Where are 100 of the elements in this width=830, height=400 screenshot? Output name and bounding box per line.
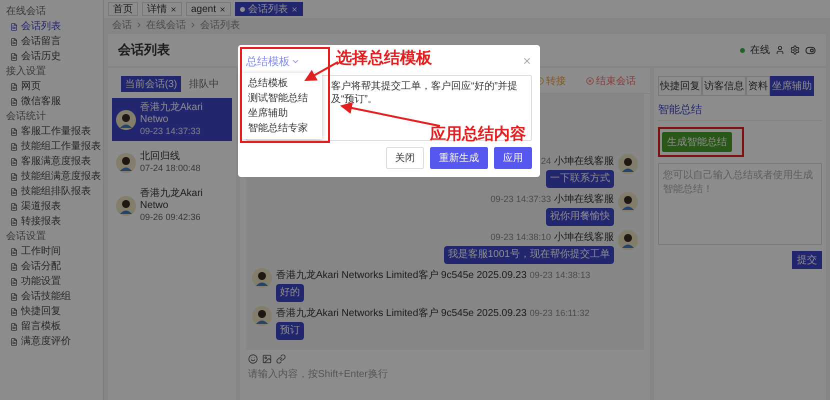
session-name: 北回归线 (140, 151, 181, 163)
user-icon[interactable] (775, 45, 785, 55)
chat-action[interactable]: 结束会话 (580, 72, 642, 88)
submit-button[interactable]: 提交 (792, 251, 822, 269)
document-icon (10, 248, 18, 256)
page-title: 会话列表 (118, 41, 170, 59)
sidebar-item[interactable]: 技能组满意度报表 (6, 169, 103, 184)
message-bubble: 预订 (276, 322, 304, 340)
message-sender: 香港九龙Akari Networks Limited客户 9c545e 2025.09.23 (276, 306, 527, 320)
avatar-icon (116, 196, 136, 216)
session-time: 09-26 09:42:36 (140, 212, 202, 223)
message-sender: 小坤在线客服 (554, 230, 614, 244)
template-select[interactable]: 总结模板 (246, 54, 300, 68)
message-time: 09-23 14:38:10 (490, 232, 551, 242)
sidebar-item[interactable]: 客服工作量报表 (6, 124, 103, 139)
document-icon (10, 142, 18, 150)
sidebar-item[interactable]: 功能设置 (6, 274, 103, 289)
toggle-icon[interactable] (805, 44, 816, 56)
sidebar-item[interactable]: 技能组排队报表 (6, 184, 103, 199)
session-time: 07-24 18:00:48 (140, 163, 201, 174)
document-icon (10, 38, 18, 46)
sidebar-item[interactable]: 会话分配 (6, 259, 103, 274)
document-icon (10, 292, 18, 300)
message-sender: 小坤在线客服 (554, 154, 614, 168)
chevron-icon (135, 21, 143, 29)
close-icon[interactable] (170, 6, 177, 12)
breadcrumb-item[interactable]: 会话 (112, 18, 132, 32)
avatar-icon (618, 154, 638, 174)
document-icon (10, 98, 18, 106)
sidebar-item[interactable]: 网页 (6, 79, 103, 94)
avatar-icon (116, 152, 136, 172)
message-input[interactable]: 请输入内容，按Shift+Enter换行 (248, 367, 642, 396)
page-tab[interactable]: 首页 (108, 2, 138, 16)
sidebar-item[interactable]: 渠道报表 (6, 199, 103, 214)
panel-tab[interactable]: 坐席辅助 (770, 76, 814, 96)
dialog-button[interactable]: 重新生成 (430, 147, 488, 169)
sidebar-item[interactable]: 留言模板 (6, 319, 103, 334)
session-name: 香港九龙Akari Netwo (140, 102, 204, 126)
dialog-button[interactable]: 关闭 (386, 147, 424, 169)
chevron-icon (189, 21, 197, 29)
link-icon[interactable] (276, 354, 286, 364)
message-bubble: 好的 (276, 284, 304, 302)
session-tab[interactable]: 当前会话(3) (120, 76, 182, 92)
document-icon (10, 22, 18, 30)
emoji-icon[interactable] (248, 354, 258, 364)
sidebar-item[interactable]: 满意度评价 (6, 334, 103, 349)
section-title: 智能总结 (658, 102, 822, 121)
message-bubble: 祝你用餐愉快 (546, 208, 614, 226)
session-tab[interactable]: 排队中 (185, 76, 224, 92)
document-icon (10, 218, 18, 226)
page-tab[interactable]: agent (186, 2, 232, 16)
document-icon (10, 52, 18, 60)
image-icon[interactable] (262, 354, 272, 364)
sidebar-item[interactable]: 会话留言 (6, 34, 103, 49)
sidebar-item[interactable]: 快捷回复 (6, 304, 103, 319)
document-icon (10, 128, 18, 136)
sidebar-item[interactable]: 技能组工作量报表 (6, 139, 103, 154)
session-item[interactable]: 香港九龙Akari Netwo 09-23 14:37:33 (112, 98, 232, 141)
message-sender: 香港九龙Akari Networks Limited客户 9c545e 2025.09.23 (276, 268, 527, 282)
message-time: 24 (540, 156, 551, 166)
message-sender: 小坤在线客服 (554, 192, 614, 206)
avatar-icon (116, 110, 136, 130)
panel-tab[interactable]: 资料 (746, 76, 770, 96)
session-time: 09-23 14:37:33 (140, 126, 202, 137)
menu-group-title: 会话设置 (6, 230, 47, 244)
document-icon (10, 158, 18, 166)
document-icon (10, 202, 18, 210)
menu-group-title: 会话统计 (6, 110, 47, 124)
sidebar-item[interactable]: 客服满意度报表 (6, 154, 103, 169)
annotation-text: 选择总结模板 (336, 48, 432, 69)
avatar-icon (252, 306, 272, 326)
sidebar-item[interactable]: 微信客服 (6, 94, 103, 109)
sidebar-item[interactable]: 会话历史 (6, 49, 103, 64)
message-time: 09-23 14:38:13 (530, 270, 590, 280)
document-icon (10, 278, 18, 286)
avatar-icon (618, 230, 638, 250)
message-time: 09-23 14:37:33 (490, 194, 551, 204)
message-time: 09-23 16:11:32 (530, 308, 590, 318)
document-icon (10, 322, 18, 330)
close-button[interactable] (522, 56, 532, 66)
panel-tab[interactable]: 快捷回复 (658, 76, 702, 96)
menu-group-title: 在线会话 (6, 4, 47, 19)
page-tab[interactable]: 详情 (142, 2, 182, 16)
message-bubble: 一下联系方式 (546, 170, 614, 188)
sidebar-item[interactable]: 会话技能组 (6, 289, 103, 304)
generate-summary-button[interactable]: 生成智能总结 (662, 132, 732, 152)
settings-icon[interactable] (790, 45, 800, 55)
document-icon (10, 188, 18, 196)
breadcrumb-item: 会话列表 (200, 18, 240, 32)
avatar-icon (252, 268, 272, 288)
dialog-button[interactable]: 应用 (494, 147, 532, 169)
panel-tab[interactable]: 访客信息 (702, 76, 746, 96)
close-icon[interactable] (219, 6, 226, 12)
sidebar-item[interactable]: 工作时间 (6, 244, 103, 259)
dot-icon (240, 6, 246, 12)
breadcrumb-item[interactable]: 在线会话 (146, 18, 186, 32)
sidebar-item[interactable]: 转接报表 (6, 214, 103, 229)
document-icon (10, 172, 18, 180)
sidebar-item[interactable]: 会话列表 (6, 19, 103, 34)
page-tab[interactable]: 会话列表 (235, 2, 304, 16)
